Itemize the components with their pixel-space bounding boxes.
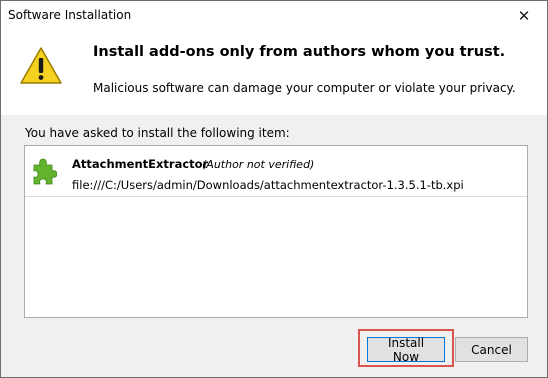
window-title: Software Installation [8, 8, 132, 22]
puzzle-piece-icon [33, 158, 57, 185]
warning-triangle-icon [20, 47, 62, 84]
install-list-label: You have asked to install the following … [25, 126, 290, 140]
install-now-button[interactable]: Install Now [367, 336, 445, 364]
install-dialog: Software Installation ✕ Install add-ons … [0, 0, 548, 378]
addon-name: AttachmentExtractor [72, 157, 209, 171]
install-item-list[interactable]: AttachmentExtractor (Author not verified… [24, 145, 528, 318]
warning-header: Install add-ons only from authors whom y… [1, 31, 547, 115]
close-icon: ✕ [517, 7, 531, 25]
close-button[interactable]: ✕ [501, 1, 547, 31]
addon-file-path: file:///C:/Users/admin/Downloads/attachm… [72, 178, 464, 192]
cancel-button[interactable]: Cancel [455, 337, 528, 362]
title-bar: Software Installation ✕ [1, 1, 547, 31]
addon-author-status: (Author not verified) [202, 158, 315, 171]
warning-heading: Install add-ons only from authors whom y… [93, 44, 506, 60]
list-item[interactable]: AttachmentExtractor (Author not verified… [25, 146, 527, 197]
warning-subtext: Malicious software can damage your compu… [93, 81, 516, 95]
